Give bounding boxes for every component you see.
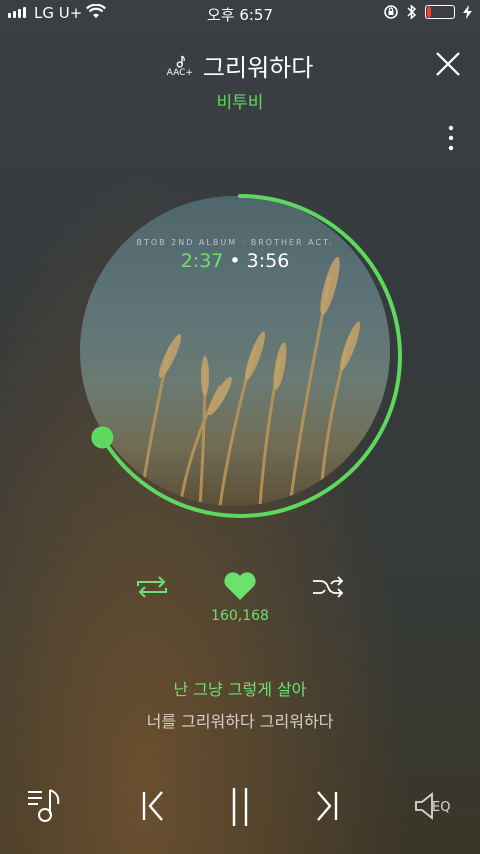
bluetooth-icon [407,4,417,20]
progress-arc [100,194,402,518]
song-title: 그리워하다 [202,54,314,82]
album-progress: BTOB 2ND ALBUM · BROTHER ACT. 2:37 • 3:56 [70,186,410,526]
progress-knob[interactable] [91,426,114,449]
eq-label[interactable]: EQ [432,800,450,815]
status-bar: LG U+ 오후 6:57 [0,0,480,26]
shuffle-icon[interactable] [310,572,346,602]
music-note-icon [176,55,185,68]
battery-icon [425,5,455,19]
repeat-icon[interactable] [134,572,170,602]
playback-controls: EQ [0,784,480,832]
player-header: AAC+ 그리워하다 비투비 [0,40,480,151]
more-icon[interactable] [448,124,454,152]
playlist-icon[interactable] [26,784,66,826]
charging-icon [463,5,472,19]
lyric-next-line: 너를 그리워하다 그리워하다 [146,712,334,731]
previous-icon[interactable] [140,784,168,828]
lyrics-panel[interactable]: 난 그냥 그렇게 살아 너를 그리워하다 그리워하다 [0,676,480,732]
codec-label: AAC+ [166,68,193,78]
rotation-lock-icon [384,5,398,19]
next-icon[interactable] [312,784,340,828]
artist-name[interactable]: 비투비 [0,88,480,113]
close-icon[interactable] [434,50,462,78]
action-row: 160,168 [0,568,480,628]
progress-ring[interactable] [70,186,410,526]
like-count: 160,168 [211,608,269,624]
pause-icon[interactable] [226,784,254,828]
lyric-current-line: 난 그냥 그렇게 살아 [173,680,307,699]
codec-badge: AAC+ [167,55,193,78]
heart-icon[interactable] [222,570,258,602]
